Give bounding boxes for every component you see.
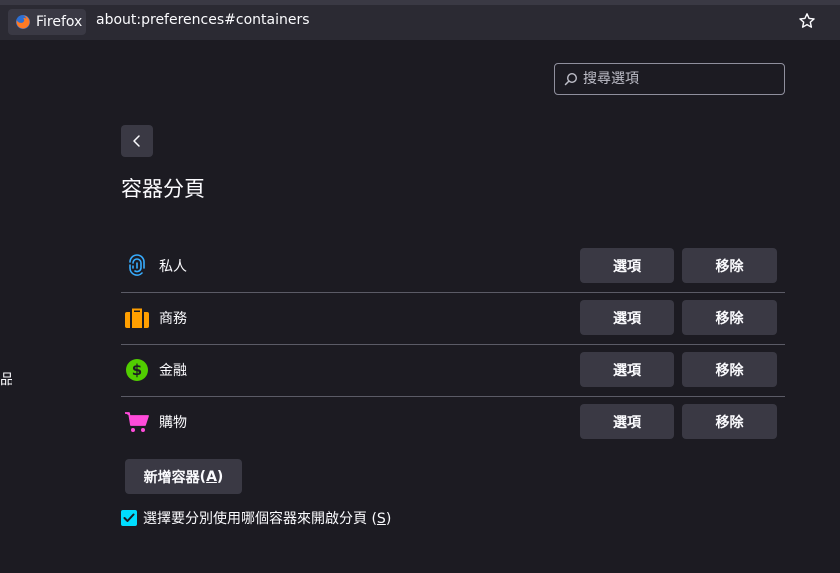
back-button[interactable]	[121, 125, 153, 157]
toolbar-edge	[824, 5, 840, 40]
remove-button[interactable]: 移除	[682, 248, 777, 283]
search-input[interactable]	[583, 71, 773, 87]
accesskey-open: (	[367, 511, 377, 527]
container-row-shopping: 購物 選項 移除	[121, 396, 785, 448]
search-box[interactable]	[554, 63, 785, 95]
options-button[interactable]: 選項	[580, 352, 674, 387]
checkbox-label: 選擇要分別使用哪個容器來開啟分頁 (S)	[143, 508, 391, 528]
container-name: 購物	[159, 415, 187, 431]
container-row-banking: $ 金融 選項 移除	[121, 344, 785, 397]
options-button[interactable]: 選項	[580, 404, 674, 439]
url-field[interactable]: about:preferences#containers	[96, 12, 310, 28]
star-bookmark-icon[interactable]	[798, 12, 816, 30]
options-button[interactable]: 選項	[580, 248, 674, 283]
sidebar-label-fragment[interactable]: 品	[0, 369, 12, 389]
accesskey: S	[376, 511, 386, 527]
remove-button[interactable]: 移除	[682, 300, 777, 335]
cart-icon	[124, 409, 150, 435]
svg-text:$: $	[132, 361, 142, 379]
accesskey-close: )	[216, 468, 224, 485]
briefcase-icon	[124, 305, 150, 331]
chevron-left-icon	[133, 135, 140, 147]
identity-label: Firefox	[36, 14, 83, 30]
search-icon	[564, 72, 578, 86]
add-container-label: 新增容器	[143, 469, 200, 486]
container-row-work: 商務 選項 移除	[121, 292, 785, 345]
container-select-checkbox-row[interactable]: 選擇要分別使用哪個容器來開啟分頁 (S)	[121, 508, 391, 528]
remove-button[interactable]: 移除	[682, 352, 777, 387]
container-name: 商務	[159, 311, 187, 327]
container-name: 金融	[159, 363, 187, 379]
add-container-button[interactable]: 新增容器 (A)	[125, 459, 242, 494]
dollar-icon: $	[124, 357, 150, 383]
page-title: 容器分頁	[121, 177, 205, 201]
container-name: 私人	[159, 259, 187, 275]
accesskey-close: )	[385, 511, 392, 527]
remove-button[interactable]: 移除	[682, 404, 777, 439]
checkbox-label-text: 選擇要分別使用哪個容器來開啟分頁	[143, 511, 367, 527]
fingerprint-icon	[124, 253, 150, 279]
identity-box[interactable]: Firefox	[8, 9, 86, 35]
options-button[interactable]: 選項	[580, 300, 674, 335]
container-row-personal: 私人 選項 移除	[121, 240, 785, 293]
accesskey: A	[206, 468, 217, 485]
checkmark-icon	[123, 513, 135, 522]
tab-strip-edge	[0, 0, 840, 5]
checkbox[interactable]	[121, 510, 137, 526]
firefox-logo-icon	[16, 15, 30, 29]
